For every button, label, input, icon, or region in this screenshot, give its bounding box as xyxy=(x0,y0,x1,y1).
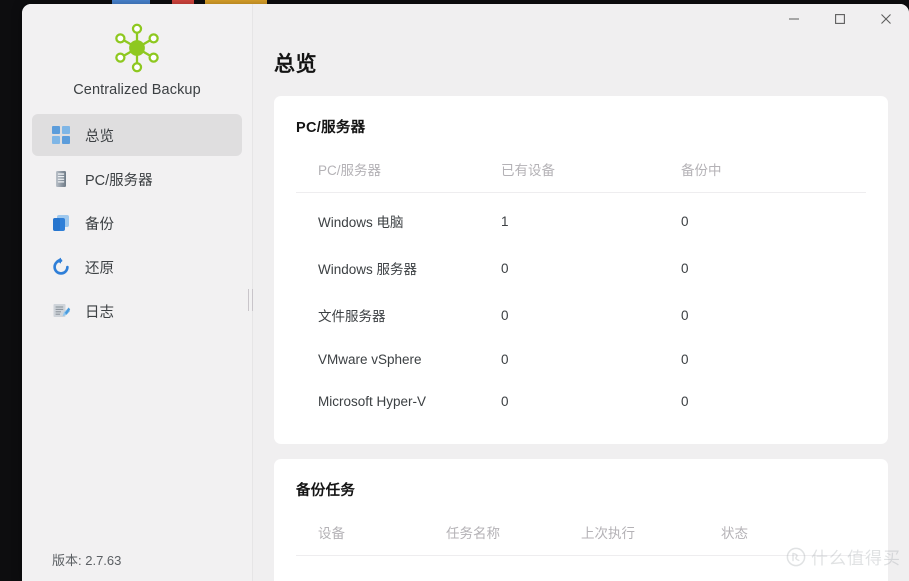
sidebar-item-label: PC/服务器 xyxy=(85,172,153,189)
sidebar-item-label: 备份 xyxy=(85,216,114,233)
sidebar-item-label: 还原 xyxy=(85,260,114,277)
sidebar-item-restore[interactable]: 还原 xyxy=(32,246,242,288)
minimize-button[interactable] xyxy=(771,4,817,34)
grid-squares-icon xyxy=(50,124,72,146)
screen: Centralized Backup 总览 PC/服务器 备份 还原 日志 版本… xyxy=(0,0,909,581)
restore-circular-arrow-icon xyxy=(50,256,72,278)
maximize-button[interactable] xyxy=(817,4,863,34)
network-hub-icon xyxy=(115,23,159,73)
cell-backing-up: 0 xyxy=(681,213,689,229)
cell-backing-up: 0 xyxy=(681,394,689,409)
cell-existing: 0 xyxy=(501,307,509,323)
cell-type: Windows 电脑 xyxy=(318,215,404,230)
table-header-row: 设备 任务名称 上次执行 状态 xyxy=(296,522,866,556)
empty-open-box-illustration xyxy=(481,568,681,581)
sidebar-item-overview[interactable]: 总览 xyxy=(32,114,242,156)
sidebar: Centralized Backup 总览 PC/服务器 备份 还原 日志 版本… xyxy=(22,4,253,581)
close-button[interactable] xyxy=(863,4,909,34)
card-title: PC/服务器 xyxy=(296,120,366,136)
sidebar-item-log[interactable]: 日志 xyxy=(32,290,242,332)
backup-tasks-table: 设备 任务名称 上次执行 状态 xyxy=(296,522,866,556)
page-title: 总览 xyxy=(274,53,317,76)
table-row[interactable]: Windows 服务器 0 0 xyxy=(296,244,866,291)
card-pc-server: PC/服务器 PC/服务器 已有设备 备份中 Windows 电脑 1 0 Wi… xyxy=(274,96,888,444)
column-header-task-name: 任务名称 xyxy=(446,522,581,556)
server-rack-icon xyxy=(50,168,72,190)
table-row[interactable]: Microsoft Hyper-V 0 0 xyxy=(296,380,866,422)
cell-existing: 1 xyxy=(501,213,509,229)
table-row[interactable]: VMware vSphere 0 0 xyxy=(296,338,866,380)
cell-backing-up: 0 xyxy=(681,307,689,323)
cell-existing: 0 xyxy=(501,260,509,276)
version-label: 版本: 2.7.63 xyxy=(52,553,122,568)
maximize-icon xyxy=(835,14,845,24)
cell-type: 文件服务器 xyxy=(318,309,386,324)
table-row[interactable]: Windows 电脑 1 0 xyxy=(296,193,866,245)
column-header-status: 状态 xyxy=(721,522,866,556)
minimize-icon xyxy=(789,18,799,20)
table-row[interactable]: 文件服务器 0 0 xyxy=(296,291,866,338)
sidebar-item-label: 日志 xyxy=(85,304,114,321)
column-header-type: PC/服务器 xyxy=(296,159,501,193)
column-header-last-run: 上次执行 xyxy=(581,522,721,556)
main-content: 总览 PC/服务器 PC/服务器 已有设备 备份中 Windows 电脑 1 0… xyxy=(253,4,909,581)
cell-backing-up: 0 xyxy=(681,352,689,367)
sidebar-item-backup[interactable]: 备份 xyxy=(32,202,242,244)
sidebar-item-label: 总览 xyxy=(85,128,114,145)
brand-name: Centralized Backup xyxy=(73,82,201,98)
sidebar-item-pc-server[interactable]: PC/服务器 xyxy=(32,158,242,200)
column-header-existing: 已有设备 xyxy=(501,159,681,193)
cell-backing-up: 0 xyxy=(681,260,689,276)
close-icon xyxy=(881,14,891,24)
cell-type: Windows 服务器 xyxy=(318,262,418,277)
card-title: 备份任务 xyxy=(296,483,356,499)
layered-squares-icon xyxy=(50,212,72,234)
cell-type: Microsoft Hyper-V xyxy=(318,394,427,409)
column-header-backing-up: 备份中 xyxy=(681,159,866,193)
document-pencil-icon xyxy=(50,300,72,322)
application-window: Centralized Backup 总览 PC/服务器 备份 还原 日志 版本… xyxy=(22,4,909,581)
sidebar-nav: 总览 PC/服务器 备份 还原 日志 xyxy=(22,114,252,332)
table-header-row: PC/服务器 已有设备 备份中 xyxy=(296,159,866,193)
empty-state xyxy=(296,556,866,581)
brand: Centralized Backup xyxy=(22,4,252,98)
window-titlebar xyxy=(749,4,909,34)
pc-server-table: PC/服务器 已有设备 备份中 Windows 电脑 1 0 Windows 服… xyxy=(296,159,866,422)
cell-existing: 0 xyxy=(501,352,509,367)
cell-existing: 0 xyxy=(501,394,509,409)
column-header-device: 设备 xyxy=(296,522,446,556)
cell-type: VMware vSphere xyxy=(318,352,422,367)
card-backup-tasks: 备份任务 设备 任务名称 上次执行 状态 xyxy=(274,459,888,581)
